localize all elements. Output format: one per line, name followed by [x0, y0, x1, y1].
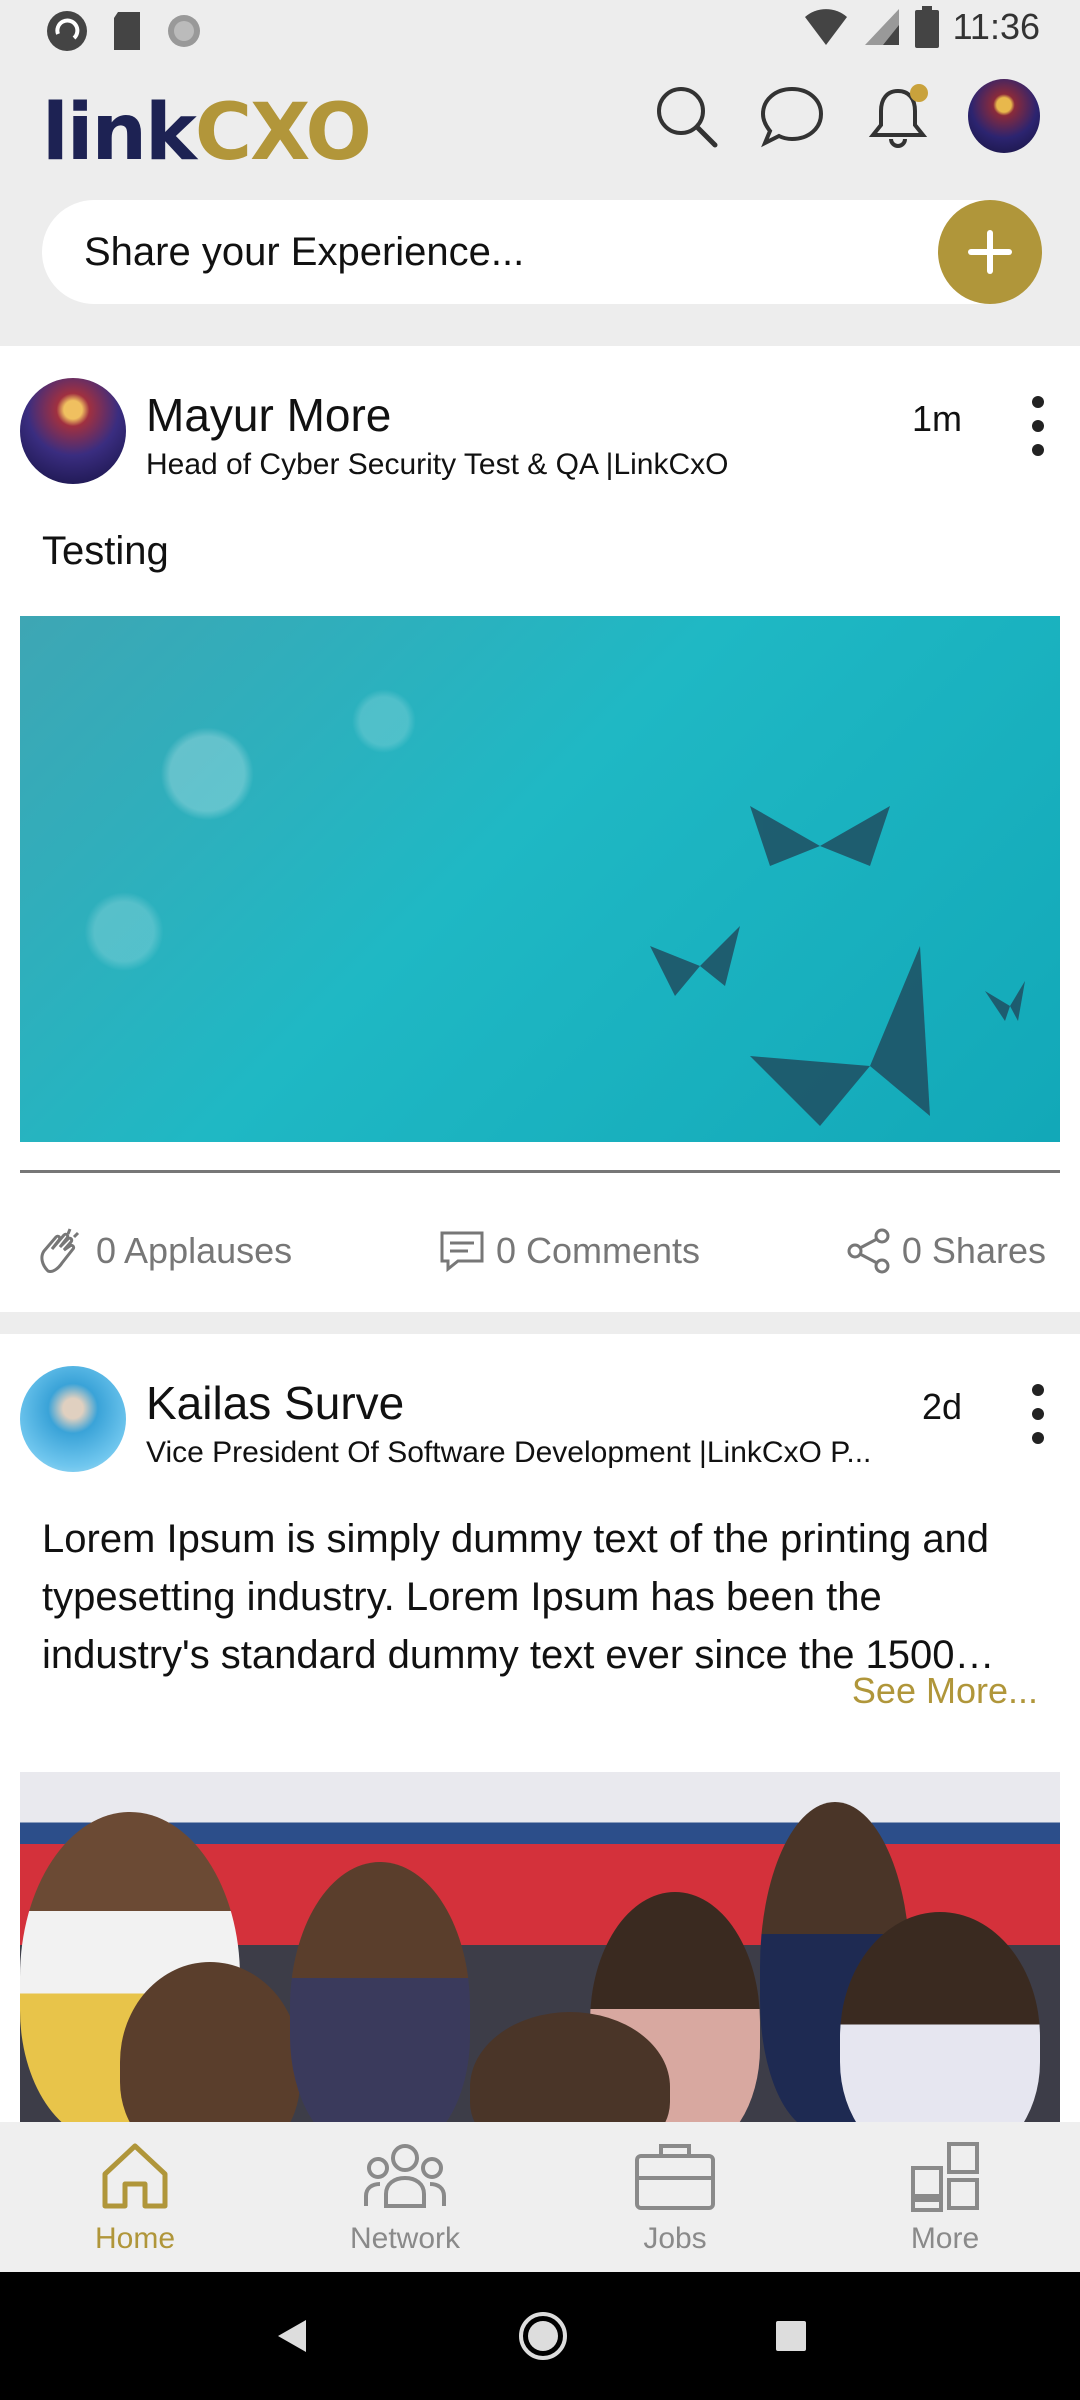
share-button[interactable]: 0 Shares — [846, 1228, 1046, 1274]
search-icon — [657, 87, 718, 148]
loading-icon — [168, 15, 200, 47]
person-figure — [290, 1862, 470, 2122]
comment-button[interactable]: 0 Comments — [438, 1229, 700, 1273]
post-text: Testing — [42, 529, 169, 573]
nav-label: More — [910, 2222, 980, 2255]
applause-button[interactable]: 0 Applauses — [34, 1225, 292, 1277]
home-circle-icon[interactable] — [517, 2310, 569, 2362]
nav-label: Network — [349, 2222, 461, 2255]
nav-more[interactable]: More — [810, 2122, 1080, 2272]
author-avatar[interactable] — [20, 1366, 126, 1472]
author-name[interactable]: Mayur More — [146, 388, 391, 442]
share-experience-input[interactable]: Share your Experience... — [42, 200, 1042, 304]
briefcase-icon — [635, 2144, 715, 2210]
see-more-link[interactable]: See More... — [852, 1670, 1038, 1712]
nav-jobs[interactable]: Jobs — [540, 2122, 810, 2272]
feed-post: Kailas Surve Vice President Of Software … — [0, 1334, 1080, 2122]
signal-icon — [864, 9, 899, 45]
plus-icon — [968, 230, 1012, 274]
feed-separator — [0, 1312, 1080, 1334]
status-time: 11:36 — [952, 6, 1040, 47]
post-menu-button[interactable] — [1026, 1384, 1050, 1444]
author-name[interactable]: Kailas Surve — [146, 1376, 404, 1430]
notification-dot — [910, 84, 928, 102]
share-placeholder: Share your Experience... — [84, 230, 525, 274]
profile-avatar-button[interactable] — [968, 79, 1040, 153]
nav-home[interactable]: Home — [0, 2122, 270, 2272]
grid-icon — [911, 2142, 979, 2212]
post-menu-button[interactable] — [1026, 396, 1050, 456]
butterflies-graphic — [650, 806, 1025, 1126]
share-icon — [847, 1228, 890, 1274]
messages-button[interactable] — [756, 80, 828, 152]
author-title: Vice President Of Software Development |… — [146, 1436, 872, 1469]
nav-network[interactable]: Network — [270, 2122, 540, 2272]
feed-post: Mayur More Head of Cyber Security Test &… — [0, 346, 1080, 1312]
post-image[interactable] — [20, 1772, 1060, 2122]
home-icon — [102, 2143, 168, 2209]
back-icon[interactable] — [272, 2316, 312, 2356]
app-notification-icon — [47, 11, 87, 51]
post-time: 1m — [911, 398, 962, 439]
post-image[interactable] — [20, 616, 1060, 1142]
wifi-icon — [804, 9, 847, 45]
applause-icon — [40, 1228, 80, 1273]
sd-card-icon — [114, 12, 140, 50]
post-text: Lorem Ipsum is simply dummy text of the … — [42, 1517, 995, 1677]
app-logo: linkCXO — [42, 88, 372, 178]
network-icon — [364, 2144, 446, 2208]
system-navigation-bar — [0, 2272, 1080, 2400]
applause-count: 0 Applauses — [96, 1230, 293, 1271]
app-header: linkCXO Share your Experience... — [0, 62, 1080, 346]
search-button[interactable] — [650, 80, 722, 152]
nav-label: Home — [94, 2222, 176, 2255]
post-actions: 0 Applauses 0 Comments 0 Shares — [0, 1216, 1080, 1286]
nav-label: Jobs — [643, 2222, 707, 2255]
bottom-navigation: Home Network Jobs More — [0, 2122, 1080, 2272]
post-divider — [20, 1170, 1060, 1173]
recents-icon[interactable] — [774, 2319, 808, 2353]
avatar — [968, 79, 1040, 153]
notifications-button[interactable] — [862, 80, 934, 152]
author-avatar[interactable] — [20, 378, 126, 484]
share-count: 0 Shares — [901, 1230, 1046, 1271]
battery-icon — [914, 6, 939, 48]
post-time: 2d — [921, 1386, 962, 1427]
author-title: Head of Cyber Security Test & QA |LinkCx… — [146, 448, 729, 481]
add-post-button[interactable] — [938, 200, 1042, 304]
comment-icon — [440, 1231, 484, 1273]
status-bar: 11:36 — [0, 0, 1080, 62]
chat-icon — [760, 86, 824, 148]
comment-count: 0 Comments — [495, 1230, 701, 1271]
